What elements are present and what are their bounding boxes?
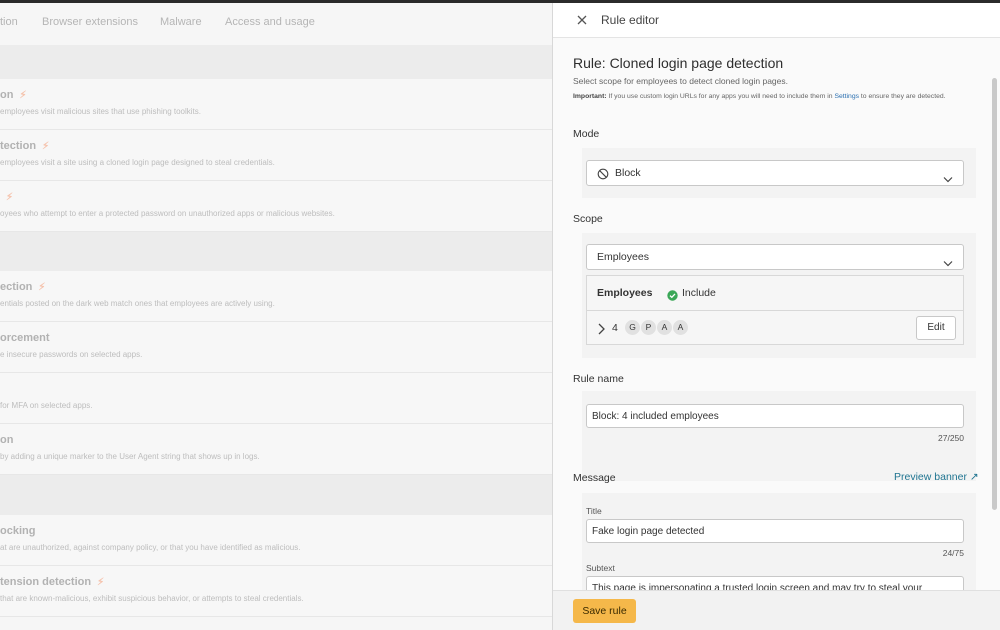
section-header: [0, 232, 552, 271]
rule-row-title: ocking: [0, 525, 36, 537]
scope-label: Scope: [573, 213, 603, 225]
rule-row-title: orcement: [0, 332, 50, 344]
rule-row[interactable]: tension detection ⚡︎ that are known-malic…: [0, 566, 552, 617]
panel-footer: Save rule: [553, 590, 1000, 630]
tab-phishing[interactable]: tion: [0, 16, 18, 28]
bolt-icon: ⚡︎: [42, 141, 50, 152]
rule-row[interactable]: orcement e insecure passwords on selecte…: [0, 322, 552, 373]
rule-row-description: employees visit malicious sites that use…: [0, 107, 201, 116]
rule-subtitle: Select scope for employees to detect clo…: [573, 76, 788, 86]
rule-row-description: for MFA on selected apps.: [0, 401, 93, 410]
rule-row-title: tension detection: [0, 576, 92, 588]
employees-box: Employees Include 4 G P A A Edit: [586, 275, 964, 345]
scrollbar[interactable]: [992, 78, 997, 510]
employee-count: 4: [612, 322, 618, 334]
background-page: tion Browser extensions Malware Access a…: [0, 3, 552, 630]
include-label: Include: [682, 287, 716, 299]
important-label: Important:: [573, 93, 607, 100]
rule-row-title: ection: [0, 281, 33, 293]
mode-value: Block: [615, 167, 641, 179]
section-header: [0, 475, 552, 515]
rule-row-description: by adding a unique marker to the User Ag…: [0, 452, 260, 461]
rule-name-input[interactable]: Block: 4 included employees: [586, 404, 964, 428]
background-tabs: tion Browser extensions Malware Access a…: [0, 3, 552, 45]
block-icon: [597, 167, 609, 185]
save-rule-button[interactable]: Save rule: [573, 599, 636, 623]
bolt-icon: ⚡︎: [97, 577, 105, 588]
subtext-field-label: Subtext: [586, 563, 615, 573]
check-circle-icon: [667, 288, 678, 306]
bolt-icon: ⚡︎: [6, 192, 14, 203]
panel-header: Rule editor: [553, 3, 1000, 38]
rule-editor-panel: Rule editor Rule: Cloned login page dete…: [552, 3, 1000, 630]
rule-row-description: e insecure passwords on selected apps.: [0, 350, 143, 359]
title-field-label: Title: [586, 506, 602, 516]
title-input[interactable]: Fake login page detected: [586, 519, 964, 543]
tab-browser-extensions[interactable]: Browser extensions: [42, 16, 138, 28]
rule-row[interactable]: ⚡︎ oyees who attempt to enter a protecte…: [0, 181, 552, 232]
bolt-icon: ⚡︎: [38, 282, 46, 293]
avatar: A: [673, 320, 688, 335]
important-text: If you use custom login URLs for any app…: [606, 93, 835, 100]
tab-access-and-usage[interactable]: Access and usage: [225, 16, 315, 28]
panel-title: Rule editor: [601, 13, 660, 27]
rule-row[interactable]: ocking at are unauthorized, against comp…: [0, 515, 552, 566]
rule-row-description: at are unauthorized, against company pol…: [0, 543, 301, 552]
employees-label: Employees: [597, 287, 653, 299]
rule-row-description: oyees who attempt to enter a protected p…: [0, 209, 335, 218]
rule-row-title: on: [0, 89, 14, 101]
rule-row[interactable]: for MFA on selected apps.: [0, 373, 552, 424]
avatar: A: [657, 320, 672, 335]
scope-value: Employees: [597, 251, 649, 263]
preview-banner-link[interactable]: Preview banner ↗: [894, 471, 979, 483]
avatar: G: [625, 320, 640, 335]
settings-link[interactable]: Settings: [834, 93, 859, 100]
rule-row-description: that are known-malicious, exhibit suspic…: [0, 594, 304, 603]
message-label: Message: [573, 472, 616, 484]
rule-row[interactable]: on ⚡︎ employees visit malicious sites tha…: [0, 79, 552, 130]
important-note: Important: If you use custom login URLs …: [573, 91, 977, 102]
rule-name-counter: 27/250: [938, 433, 964, 443]
avatar: P: [641, 320, 656, 335]
close-icon[interactable]: [575, 13, 589, 27]
rule-row-title: on: [0, 434, 14, 446]
chevron-down-icon: [943, 170, 953, 188]
mode-select[interactable]: Block: [586, 160, 964, 186]
scope-select[interactable]: Employees: [586, 244, 964, 270]
rule-row[interactable]: tection ⚡︎ employees visit a site using a…: [0, 130, 552, 181]
employees-header-row: Employees Include: [587, 276, 963, 311]
edit-button[interactable]: Edit: [916, 316, 956, 340]
rule-heading: Rule: Cloned login page detection: [573, 55, 784, 71]
important-text-end: to ensure they are detected.: [859, 93, 946, 100]
section-header: [0, 45, 552, 79]
bolt-icon: ⚡︎: [19, 90, 27, 101]
chevron-down-icon: [943, 254, 953, 272]
chevron-right-icon[interactable]: [597, 322, 606, 340]
rule-row-title: tection: [0, 140, 37, 152]
panel-scroll-area[interactable]: Rule: Cloned login page detection Select…: [553, 38, 1000, 590]
rule-row[interactable]: ection ⚡︎ entials posted on the dark web …: [0, 271, 552, 322]
rule-row-description: entials posted on the dark web match one…: [0, 299, 275, 308]
rule-name-label: Rule name: [573, 373, 624, 385]
title-counter: 24/75: [942, 548, 964, 558]
mode-label: Mode: [573, 128, 600, 140]
rule-row[interactable]: on by adding a unique marker to the User…: [0, 424, 552, 475]
tab-malware[interactable]: Malware: [160, 16, 202, 28]
subtext-textarea[interactable]: This page is impersonating a trusted log…: [586, 576, 964, 590]
rule-row-description: employees visit a site using a cloned lo…: [0, 158, 275, 167]
